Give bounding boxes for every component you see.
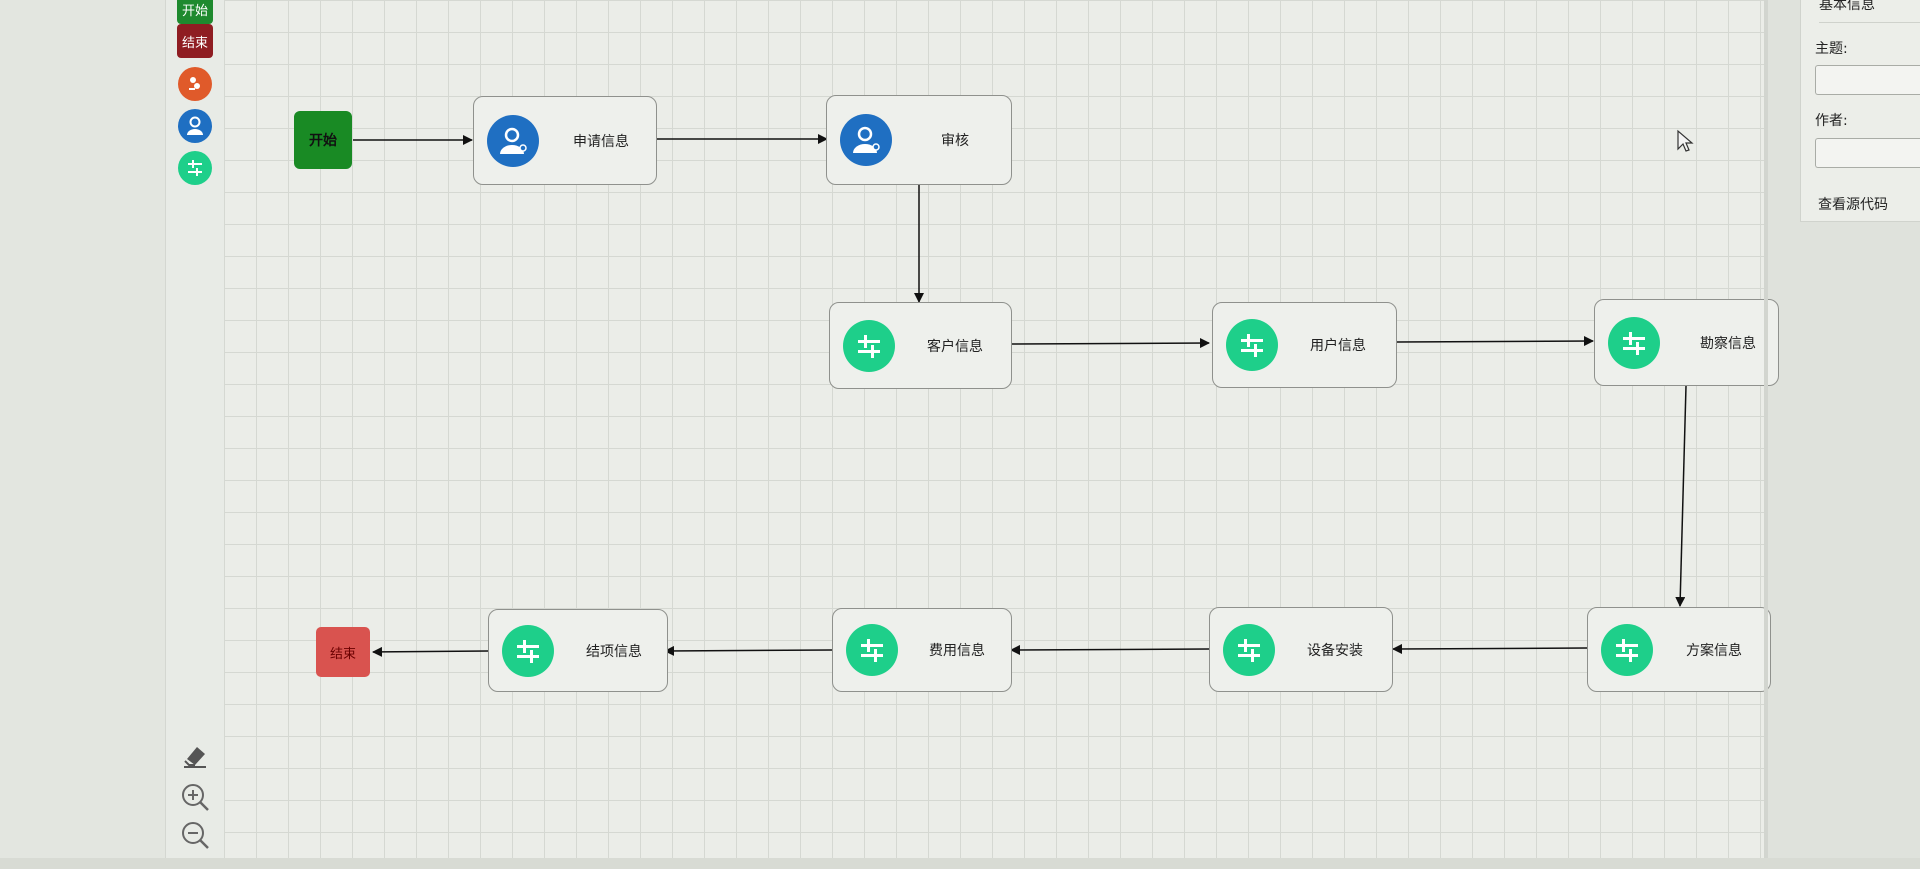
panel-title: 基本信息 [1819,0,1920,23]
canvas-border [1764,0,1768,858]
palette-user-task[interactable] [166,109,224,143]
node-label: 勘察信息 [1700,335,1756,352]
palette-service-task[interactable] [166,151,224,185]
node-label: 申请信息 [573,133,629,150]
edge-customer-user [1011,338,1210,349]
sliders-icon [502,624,554,677]
palette-task[interactable] [166,67,224,101]
node-apply[interactable]: 申请信息 [473,96,657,185]
palette-toolbar: 开始 结束 [165,0,225,858]
node-label: 用户信息 [1310,338,1366,354]
zoom-in-icon [182,784,209,811]
palette-end-label: 结束 [177,24,213,58]
user-icon [178,109,212,143]
node-label: 设备安装 [1307,642,1363,659]
node-review[interactable]: 审核 [826,95,1012,185]
edge-fee-close [664,645,833,656]
zoom-out-button[interactable] [166,820,224,850]
palette-start[interactable]: 开始 [166,0,224,24]
sliders-icon [1226,319,1278,371]
window-margin [0,0,165,869]
node-close[interactable]: 结项信息 [488,609,668,692]
flow-start-node[interactable]: 开始 [294,111,352,169]
node-label: 审核 [941,133,969,149]
subject-input[interactable] [1815,65,1920,95]
edge-user-survey [1396,336,1594,347]
edge-install-fee [1010,644,1210,655]
palette-start-label: 开始 [177,0,213,24]
node-user-info[interactable]: 用户信息 [1212,302,1397,388]
zoom-out-icon [182,822,209,849]
sliders-icon [1608,316,1660,369]
sliders-icon [846,624,898,676]
eraser-button[interactable] [166,743,224,769]
edge-plan-install [1392,643,1588,654]
sliders-icon [1223,623,1275,676]
view-source-link[interactable]: 查看源代码 [1818,194,1888,214]
node-label: 费用信息 [929,643,985,659]
node-label: 方案信息 [1686,642,1742,659]
task-icon [178,67,212,101]
palette-end[interactable]: 结束 [166,24,224,58]
flow-canvas[interactable]: 开始 申请信息 审核 客户信息 用户信息 勘察信息 方案信息 设备安装 费用信息… [224,0,1779,858]
edge-survey-plan [1675,385,1687,607]
author-input[interactable] [1815,138,1920,168]
node-plan[interactable]: 方案信息 [1587,607,1771,692]
flow-end-node[interactable]: 结束 [316,627,370,677]
mouse-cursor-icon [1677,129,1694,152]
sliders-icon [178,151,212,185]
sliders-icon [1601,623,1653,676]
node-install[interactable]: 设备安装 [1209,607,1393,692]
node-customer[interactable]: 客户信息 [829,302,1012,389]
edge-close-end [372,646,489,657]
sliders-icon [843,319,895,372]
zoom-in-button[interactable] [166,782,224,812]
subject-label: 主题: [1815,41,1848,57]
user-icon [840,114,892,166]
node-fee[interactable]: 费用信息 [832,608,1012,692]
node-survey[interactable]: 勘察信息 [1594,299,1779,386]
author-label: 作者: [1815,113,1848,129]
eraser-icon [184,747,206,768]
user-icon [487,114,539,167]
properties-panel: 基本信息 主题: 作者: 查看源代码 [1800,0,1920,222]
bottom-edge [0,858,1920,869]
node-label: 客户信息 [927,338,983,355]
node-label: 结项信息 [586,643,642,660]
